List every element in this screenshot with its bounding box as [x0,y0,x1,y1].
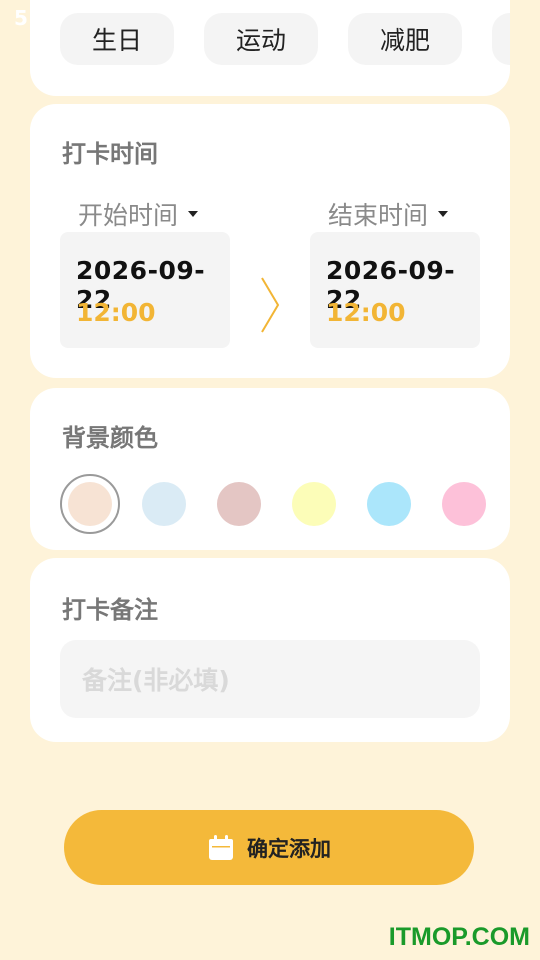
tag-birthday[interactable]: 生日 [60,13,174,65]
caret-down-icon [188,211,199,217]
background-color-title: 背景颜色 [62,424,158,452]
tag-overflow[interactable] [492,13,510,65]
color-swatch-2[interactable] [142,482,186,526]
note-input[interactable]: 备注(非必填) [60,640,480,718]
confirm-add-button[interactable]: 确定添加 [64,810,474,885]
color-swatch-6[interactable] [442,482,486,526]
calendar-icon [209,834,233,860]
checkin-time-card: 打卡时间 开始时间 结束时间 2026-09-22 12:00 2026-09-… [30,104,510,378]
start-hour-value: 12:00 [76,298,156,327]
background-color-card: 背景颜色 [30,388,510,550]
chevron-right-icon [261,277,280,333]
color-swatch-1[interactable] [68,482,112,526]
color-swatch-5[interactable] [367,482,411,526]
start-time-label: 开始时间 [78,201,179,230]
end-time-dropdown[interactable]: 结束时间 [328,196,449,232]
checkin-note-card: 打卡备注 备注(非必填) [30,558,510,742]
end-time-label: 结束时间 [328,201,429,230]
color-swatch-4[interactable] [292,482,336,526]
watermark: ITMOP.COM [388,923,530,951]
tag-card: 生日 运动 减肥 [30,0,510,96]
color-swatch-3[interactable] [217,482,261,526]
start-time-picker[interactable]: 2026-09-22 12:00 [60,232,230,348]
status-bar-time: 5 [14,6,28,30]
end-hour-value: 12:00 [326,298,406,327]
tag-exercise[interactable]: 运动 [204,13,318,65]
checkin-note-title: 打卡备注 [62,596,158,624]
start-time-dropdown[interactable]: 开始时间 [78,196,199,232]
caret-down-icon [438,211,449,217]
confirm-add-label: 确定添加 [247,836,331,861]
checkin-time-title: 打卡时间 [62,140,158,168]
end-time-picker[interactable]: 2026-09-22 12:00 [310,232,480,348]
check-icon [459,13,488,31]
